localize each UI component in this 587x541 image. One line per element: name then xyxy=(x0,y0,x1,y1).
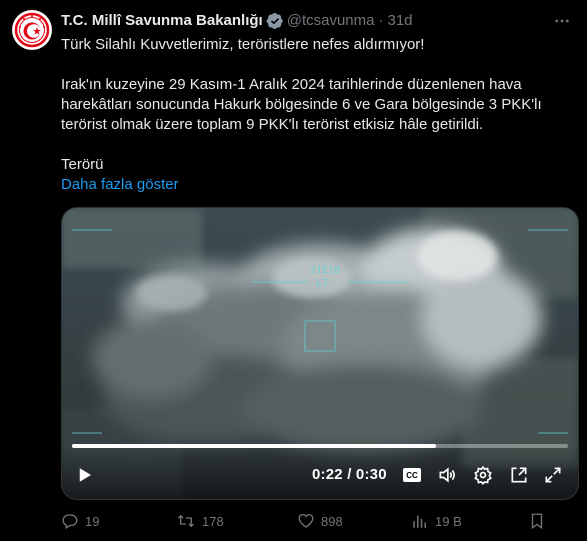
fullscreen-icon[interactable] xyxy=(542,464,564,486)
display-name[interactable]: T.C. Millî Savunma Bakanlığı xyxy=(61,11,263,31)
bookmark-button[interactable] xyxy=(528,511,546,531)
picture-in-picture-icon[interactable] xyxy=(508,464,530,486)
views-bar-chart-icon xyxy=(413,515,426,528)
verified-gold-badge-icon[interactable] xyxy=(266,12,284,30)
tweet-line-3: Terörü xyxy=(61,156,104,173)
repost-count: 178 xyxy=(202,513,224,529)
msb-logo-icon xyxy=(13,11,51,49)
reply-count: 19 xyxy=(85,513,100,529)
hud-sublabel: L7 xyxy=(316,278,329,289)
repost-icon xyxy=(178,514,194,528)
hud-label: 21E18 xyxy=(310,265,341,276)
tweet-text: Türk Silahlı Kuvvetlerimiz, teröristlere… xyxy=(61,35,573,195)
show-more-link[interactable]: Daha fazla göster xyxy=(61,176,179,193)
views-count: 19 B xyxy=(435,513,462,529)
captions-button[interactable]: CC xyxy=(402,466,422,484)
like-button[interactable]: 898 xyxy=(297,511,343,531)
video-progress-bar[interactable] xyxy=(72,444,568,448)
tweet-line-2: Irak'ın kuzeyine 29 Kasım-1 Aralık 2024 … xyxy=(61,76,542,133)
video-player[interactable]: 21E18 L7 0:22 / 0:30 CC xyxy=(61,207,579,500)
reply-button[interactable]: 19 xyxy=(61,511,99,531)
reply-icon xyxy=(62,514,78,529)
repost-button[interactable]: 178 xyxy=(176,511,224,531)
separator-dot: · xyxy=(378,12,384,29)
tweet[interactable]: T.C. Millî Savunma Bakanlığı @tcsavunma … xyxy=(0,0,587,541)
play-icon[interactable] xyxy=(74,464,96,486)
more-horizontal-icon[interactable] xyxy=(551,10,573,32)
captions-icon: CC xyxy=(403,468,421,482)
avatar[interactable] xyxy=(12,10,52,50)
tweet-header: T.C. Millî Savunma Bakanlığı @tcsavunma … xyxy=(61,11,413,31)
video-time-readout: 0:22 / 0:30 xyxy=(312,466,387,483)
like-count: 898 xyxy=(321,513,343,529)
video-progress-fill xyxy=(72,444,436,448)
handle[interactable]: @tcsavunma xyxy=(287,11,375,31)
heart-icon xyxy=(298,513,314,528)
tweet-line-1: Türk Silahlı Kuvvetlerimiz, teröristlere… xyxy=(61,36,425,53)
timestamp[interactable]: 31d xyxy=(387,11,412,31)
bookmark-icon xyxy=(531,513,543,530)
action-bar: 19 178 898 19 B xyxy=(61,511,573,531)
volume-icon[interactable] xyxy=(436,464,458,486)
settings-gear-icon[interactable] xyxy=(472,464,494,486)
views-button[interactable]: 19 B xyxy=(411,511,462,531)
